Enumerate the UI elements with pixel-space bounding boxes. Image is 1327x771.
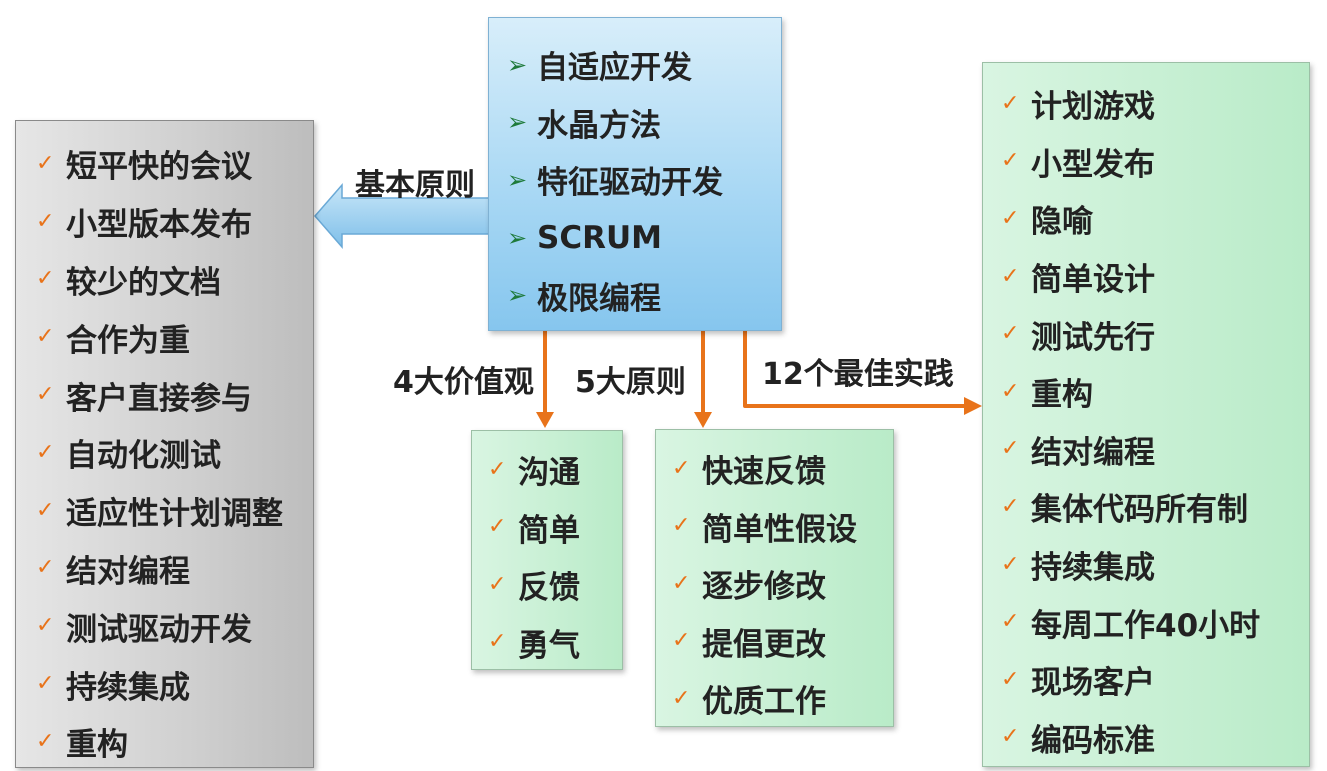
list-item: ✓ 简单设计 [1001,262,1155,299]
checkmark-icon: ✓ [1001,609,1020,635]
checkmark-icon: ✓ [1001,148,1020,174]
list-item: ✓ 提倡更改 [672,626,826,663]
twelve-practices-box: ✓ 计划游戏 ✓ 小型发布 ✓ 隐喻 ✓ 简单设计 ✓ 测试先行 ✓ 重构 ✓ 结对编程 ✓ 集… [982,62,1310,767]
list-item: ✓ 沟通 [488,455,580,492]
list-item: ✓ 集体代码所有制 [1001,492,1248,529]
checkmark-icon: ✓ [36,613,55,639]
checkmark-icon: ✓ [488,571,507,597]
five-principles-list: ✓ 快速反馈 ✓ 简单性假设 ✓ 逐步修改 ✓ 提倡更改 ✓ 优质工作 [672,440,893,728]
checkmark-icon: ✓ [672,685,691,711]
list-item: ✓ 隐喻 [1001,204,1093,241]
twelve-practices-label: 12个最佳实践 [762,357,954,392]
agile-methods-box: ➢ 自适应开发 ➢ 水晶方法 ➢ 特征驱动开发 ➢ SCRUM ➢ 极限编程 [488,17,782,331]
five-principles-box: ✓ 快速反馈 ✓ 简单性假设 ✓ 逐步修改 ✓ 提倡更改 ✓ 优质工作 [655,429,894,727]
checkmark-icon: ✓ [36,555,55,581]
list-item: ✓ 小型发布 [1001,146,1155,183]
checkmark-icon: ✓ [672,570,691,596]
checkmark-icon: ✓ [36,439,55,465]
list-item: ✓ 持续集成 [36,669,190,706]
four-values-box: ✓ 沟通 ✓ 简单 ✓ 反馈 ✓ 勇气 [471,430,623,670]
checkmark-icon: ✓ [1001,493,1020,519]
list-item: ✓ 短平快的会议 [36,149,252,186]
list-item: ✓ 编码标准 [1001,722,1155,759]
four-values-label: 4大价值观 [393,365,534,400]
list-item: ✓ 结对编程 [36,553,190,590]
list-item: ✓ 测试先行 [1001,319,1155,356]
checkmark-icon: ✓ [1001,263,1020,289]
twelve-practices-list: ✓ 计划游戏 ✓ 小型发布 ✓ 隐喻 ✓ 简单设计 ✓ 测试先行 ✓ 重构 ✓ 结对编程 ✓ 集… [1001,75,1309,766]
list-item: ✓ 反馈 [488,570,580,607]
list-item: ✓ 快速反馈 [672,454,826,491]
checkmark-icon: ✓ [1001,321,1020,347]
arrowhead-values [536,412,554,428]
checkmark-icon: ✓ [36,150,55,176]
list-item: ✓ 简单 [488,512,580,549]
list-item: ✓ 合作为重 [36,322,190,359]
checkmark-icon: ✓ [488,629,507,655]
list-item: ✓ 持续集成 [1001,550,1155,587]
arrowhead-practices [964,397,982,415]
checkmark-icon: ✓ [672,455,691,481]
list-item: ➢ 自适应开发 [507,50,692,87]
list-item: ✓ 优质工作 [672,684,826,721]
list-item: ➢ 水晶方法 [507,107,661,144]
basic-principles-label: 基本原则 [355,168,475,203]
chevron-right-icon: ➢ [507,223,528,252]
checkmark-icon: ✓ [1001,378,1020,404]
list-item: ➢ 极限编程 [507,280,661,317]
list-item: ✓ 小型版本发布 [36,207,252,244]
chevron-right-icon: ➢ [507,281,528,310]
checkmark-icon: ✓ [36,497,55,523]
four-values-list: ✓ 沟通 ✓ 简单 ✓ 反馈 ✓ 勇气 [488,441,622,671]
checkmark-icon: ✓ [1001,666,1020,692]
list-item: ✓ 结对编程 [1001,434,1155,471]
chevron-right-icon: ➢ [507,165,528,194]
list-item: ✓ 较少的文档 [36,264,221,301]
checkmark-icon: ✓ [1001,724,1020,750]
list-item: ✓ 客户直接参与 [36,380,252,417]
list-item: ✓ 简单性假设 [672,511,857,548]
checkmark-icon: ✓ [36,382,55,408]
basic-principles-box: ✓ 短平快的会议 ✓ 小型版本发布 ✓ 较少的文档 ✓ 合作为重 ✓ 客户直接参与 ✓ 自动… [15,120,314,768]
list-item: ➢ SCRUM [507,219,662,256]
checkmark-icon: ✓ [488,456,507,482]
list-item: ✓ 每周工作40小时 [1001,607,1261,644]
list-item: ✓ 重构 [36,727,128,764]
checkmark-icon: ✓ [1001,436,1020,462]
checkmark-icon: ✓ [36,671,55,697]
chevron-right-icon: ➢ [507,108,528,137]
five-principles-label: 5大原则 [575,365,686,400]
checkmark-icon: ✓ [1001,551,1020,577]
list-item: ✓ 勇气 [488,627,580,664]
list-item: ✓ 现场客户 [1001,665,1155,702]
checkmark-icon: ✓ [488,514,507,540]
list-item: ✓ 适应性计划调整 [36,496,283,533]
checkmark-icon: ✓ [36,324,55,350]
arrowhead-principles [694,412,712,428]
agile-methods-list: ➢ 自适应开发 ➢ 水晶方法 ➢ 特征驱动开发 ➢ SCRUM ➢ 极限编程 [507,36,781,324]
basic-principles-list: ✓ 短平快的会议 ✓ 小型版本发布 ✓ 较少的文档 ✓ 合作为重 ✓ 客户直接参与 ✓ 自动… [36,135,313,771]
checkmark-icon: ✓ [1001,90,1020,116]
list-item: ✓ 逐步修改 [672,569,826,606]
chevron-right-icon: ➢ [507,50,528,79]
checkmark-icon: ✓ [672,513,691,539]
checkmark-icon: ✓ [672,628,691,654]
checkmark-icon: ✓ [36,208,55,234]
checkmark-icon: ✓ [1001,205,1020,231]
list-item: ✓ 测试驱动开发 [36,611,252,648]
checkmark-icon: ✓ [36,728,55,754]
checkmark-icon: ✓ [36,266,55,292]
list-item: ✓ 自动化测试 [36,438,221,475]
list-item: ✓ 重构 [1001,377,1093,414]
list-item: ➢ 特征驱动开发 [507,165,723,202]
list-item: ✓ 计划游戏 [1001,89,1155,126]
